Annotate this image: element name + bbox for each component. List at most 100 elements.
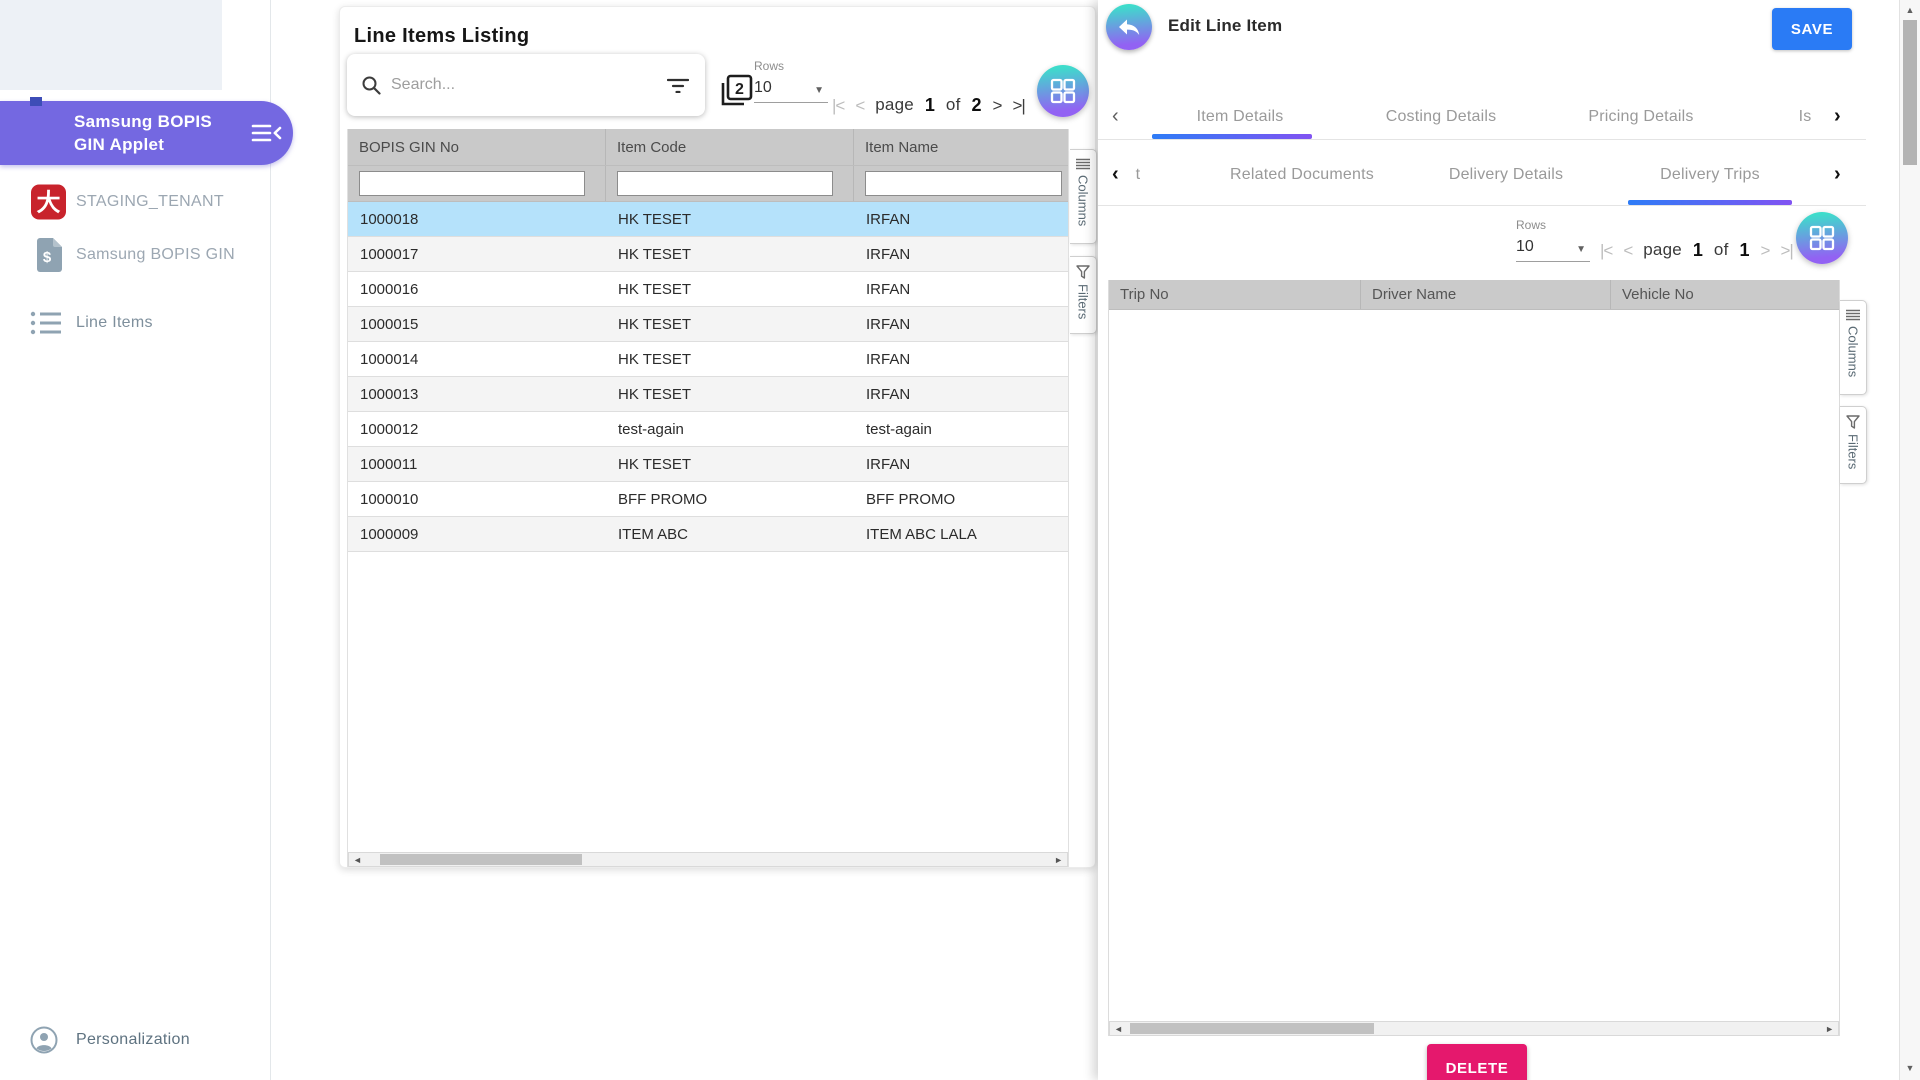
column-header-bopis-gin-no[interactable]: BOPIS GIN No (348, 129, 606, 165)
grid-view-button[interactable] (1037, 65, 1089, 117)
column-header-trip-no[interactable]: Trip No (1109, 280, 1361, 309)
svg-text:2: 2 (735, 81, 744, 98)
filter-icon[interactable] (667, 77, 689, 93)
filters-tab-label: Filters (1846, 434, 1861, 469)
table-row[interactable]: 1000013 HK TESET IRFAN (348, 377, 1068, 412)
table-row[interactable]: 1000014 HK TESET IRFAN (348, 342, 1068, 377)
sidebar-item-tenant[interactable]: 大 STAGING_TENANT (0, 179, 270, 225)
cell-name: test-again (854, 421, 1068, 438)
scroll-right-icon[interactable]: ► (1825, 1023, 1834, 1035)
tabs-scroll-left-icon[interactable]: ‹ (1112, 163, 1119, 186)
table-row[interactable]: 1000016 HK TESET IRFAN (348, 272, 1068, 307)
table-row[interactable]: 1000017 HK TESET IRFAN (348, 237, 1068, 272)
tab-delivery-trips[interactable]: Delivery Trips (1660, 166, 1760, 184)
filters-side-tab[interactable]: Filters (1070, 256, 1097, 334)
primary-tab-strip: ‹ Item Details Costing Details Pricing D… (1098, 92, 1866, 140)
next-page-button[interactable]: > (1761, 242, 1770, 259)
column-header-item-name[interactable]: Item Name (854, 129, 1068, 165)
sidebar-item-bopis-gin[interactable]: $ Samsung BOPIS GIN (0, 232, 270, 278)
filters-funnel-icon (1846, 415, 1860, 429)
prev-page-button[interactable]: < (1623, 242, 1632, 259)
editor-title: Edit Line Item (1168, 16, 1282, 36)
page-word: page (1643, 240, 1682, 260)
table-filter-row (348, 166, 1068, 202)
tab-related-documents[interactable]: Related Documents (1230, 166, 1374, 184)
table-header-row: BOPIS GIN No Item Code Item Name (348, 129, 1068, 166)
sidebar: Samsung BOPIS GIN Applet 大 STAGING_TENAN… (0, 0, 270, 1080)
back-button[interactable] (1106, 4, 1152, 50)
table-row[interactable]: 1000015 HK TESET IRFAN (348, 307, 1068, 342)
scroll-right-icon[interactable]: ► (1054, 854, 1063, 866)
rows-per-page-select[interactable]: 10 ▼ (754, 79, 828, 103)
cell-name: IRFAN (854, 316, 1068, 333)
table-row[interactable]: 1000012 test-again test-again (348, 412, 1068, 447)
active-tab-indicator (1152, 134, 1312, 139)
sidebar-top-block (0, 0, 222, 90)
sidebar-item-label: Line Items (76, 314, 153, 332)
column-header-vehicle-no[interactable]: Vehicle No (1611, 280, 1839, 309)
cell-gin: 1000016 (348, 281, 606, 298)
app-root: Samsung BOPIS GIN Applet 大 STAGING_TENAN… (0, 0, 1920, 1080)
last-page-button[interactable]: >| (1780, 242, 1792, 259)
scrollbar-thumb[interactable] (1130, 1023, 1374, 1034)
tabs-scroll-left-icon[interactable]: ‹ (1112, 105, 1119, 128)
listing-title: Line Items Listing (354, 25, 529, 48)
sidebar-collapse-icon[interactable] (251, 122, 282, 144)
rows-per-page-select[interactable]: 10 ▼ (1516, 238, 1590, 262)
tab-item-details[interactable]: Item Details (1197, 108, 1284, 126)
cell-name: IRFAN (854, 386, 1068, 403)
tab-is-truncated[interactable]: Is (1799, 108, 1812, 126)
cell-name: IRFAN (854, 456, 1068, 473)
tenant-logo-icon: 大 (30, 184, 67, 221)
tab-delivery-details[interactable]: Delivery Details (1449, 166, 1563, 184)
scrollbar-thumb[interactable] (1903, 20, 1917, 165)
scroll-left-icon[interactable]: ◄ (353, 854, 362, 866)
sidebar-item-personalization[interactable]: Personalization (0, 1017, 270, 1063)
cell-code: HK TESET (606, 281, 854, 298)
cell-code: HK TESET (606, 456, 854, 473)
filter-input-item-code[interactable] (617, 171, 833, 196)
first-page-button[interactable]: |< (1600, 242, 1612, 259)
grid-view-button[interactable] (1796, 212, 1848, 264)
columns-grip-icon (1846, 309, 1860, 321)
scrollbar-thumb[interactable] (380, 854, 582, 865)
table-row[interactable]: 1000011 HK TESET IRFAN (348, 447, 1068, 482)
filters-side-tab[interactable]: Filters (1840, 406, 1867, 484)
total-pages-number: 1 (1740, 240, 1750, 261)
table-row[interactable]: 1000010 BFF PROMO BFF PROMO (348, 482, 1068, 517)
total-pages-number: 2 (972, 95, 982, 116)
columns-side-tab[interactable]: Columns (1840, 300, 1867, 395)
tabs-scroll-right-icon[interactable]: › (1834, 105, 1841, 128)
rows-label: Rows (1516, 218, 1592, 232)
sidebar-item-line-items[interactable]: Line Items (0, 300, 270, 346)
scroll-down-icon[interactable]: ▼ (1900, 1063, 1920, 1073)
tabs-scroll-right-icon[interactable]: › (1834, 163, 1841, 186)
caret-down-icon: ▼ (814, 85, 824, 96)
sidebar-item-label: STAGING_TENANT (76, 193, 224, 211)
delete-button[interactable]: DELETE (1427, 1044, 1527, 1080)
search-input[interactable] (391, 76, 631, 94)
prev-page-button[interactable]: < (855, 97, 864, 114)
filter-input-bopis-gin-no[interactable] (359, 171, 585, 196)
next-page-button[interactable]: > (993, 97, 1002, 114)
tab-truncated[interactable]: t (1136, 166, 1141, 184)
scroll-up-icon[interactable]: ▲ (1900, 5, 1920, 15)
rows-per-page-control: Rows 10 ▼ (1516, 218, 1592, 262)
last-page-button[interactable]: >| (1012, 97, 1024, 114)
rows-per-page-value: 10 (754, 79, 772, 96)
save-button[interactable]: SAVE (1772, 8, 1852, 50)
filter-input-item-name[interactable] (865, 171, 1062, 196)
table-row[interactable]: 1000018 HK TESET IRFAN (348, 202, 1068, 237)
table-row[interactable]: 1000009 ITEM ABC ITEM ABC LALA (348, 517, 1068, 552)
pill-notch (30, 97, 42, 106)
tab-costing-details[interactable]: Costing Details (1386, 108, 1497, 126)
first-page-button[interactable]: |< (832, 97, 844, 114)
column-header-driver-name[interactable]: Driver Name (1361, 280, 1611, 309)
column-header-item-code[interactable]: Item Code (606, 129, 854, 165)
horizontal-scrollbar: ◄ ► (348, 852, 1068, 867)
cell-name: BFF PROMO (854, 491, 1068, 508)
stacked-pages-icon[interactable]: 2 (717, 73, 754, 110)
tab-pricing-details[interactable]: Pricing Details (1588, 108, 1693, 126)
columns-side-tab[interactable]: Columns (1070, 149, 1097, 244)
scroll-left-icon[interactable]: ◄ (1114, 1023, 1123, 1035)
